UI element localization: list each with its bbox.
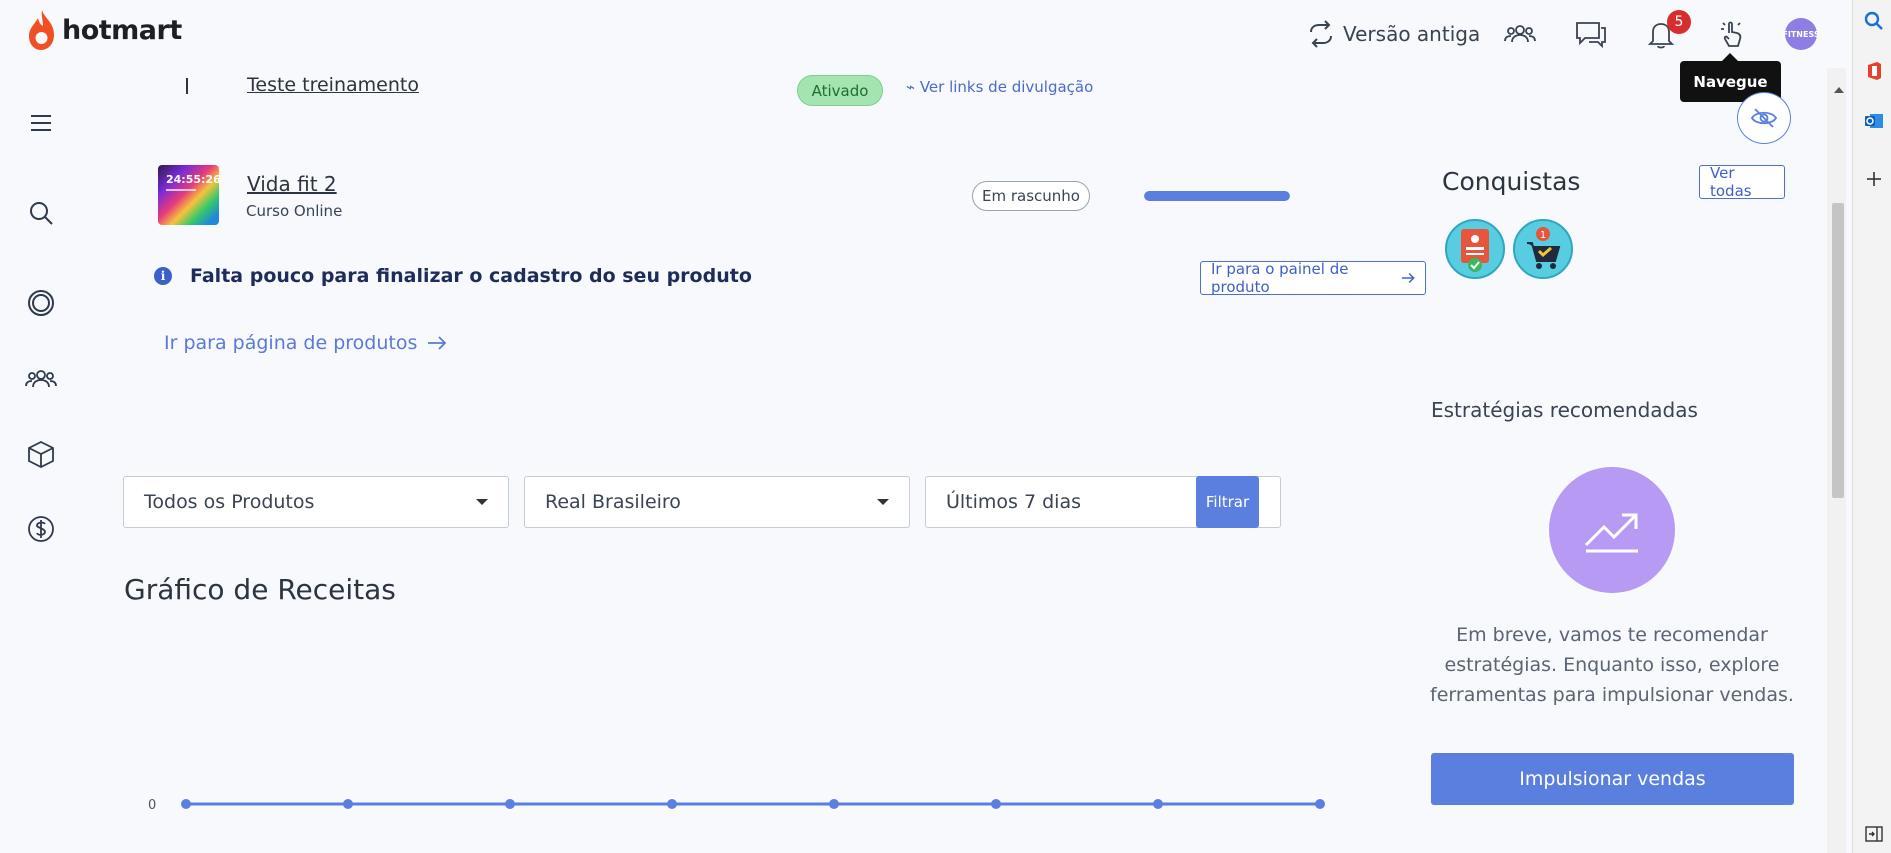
box-icon [28,440,54,469]
app-frame: hotmart Versão antiga 5 FITNESS Navegue … [0,0,1891,853]
svg-text:1: 1 [1540,230,1546,241]
data-point-2[interactable] [505,799,515,809]
ver-links-divulgacao-link[interactable]: ⌁ Ver links de divulgação [906,78,1093,96]
ir-pagina-produtos-link[interactable]: Ir para página de produtos [164,332,447,354]
data-point-7[interactable] [1315,799,1325,809]
thumb-line [166,189,196,191]
estrategias-description: Em breve, vamos te recomendar estratégia… [1430,624,1794,706]
messages-button[interactable] [1575,16,1607,52]
link-icon: ⌁ [906,78,920,96]
user-avatar[interactable]: FITNESS [1782,16,1820,52]
sidebar-item-products[interactable] [24,437,58,471]
sidebar-item-people[interactable] [24,362,58,396]
estrategias-title: Estratégias recomendadas [1431,398,1698,422]
product-title-teste[interactable]: Teste treinamento [247,74,419,96]
chart-series [181,799,1325,809]
browser-sidebar [1852,0,1891,853]
notice-text: Falta pouco para finalizar o cadastro do… [190,265,752,287]
eye-off-icon [1750,108,1778,128]
notifications-count-badge: 5 [1667,10,1691,34]
product-progress-bar [1144,191,1290,201]
scroll-up-arrow[interactable] [1834,87,1844,93]
achievement-badge-2[interactable]: 1 [1513,219,1573,279]
conquistas-title: Conquistas [1442,167,1581,196]
side-nav [0,68,82,853]
y-tick-label: 0 [148,798,156,813]
notifications-button[interactable]: 5 [1647,10,1691,52]
users-icon [25,370,57,388]
certificate-badge-icon [1461,229,1489,272]
swap-icon [1310,20,1332,48]
bing-search-icon[interactable] [1863,10,1885,32]
menu-button[interactable] [24,106,58,140]
chevron-down-icon [476,499,488,505]
chat-icon [1576,22,1606,48]
hide-values-button[interactable] [1737,92,1791,144]
data-point-1[interactable] [343,799,353,809]
revenue-chart: 0 [148,798,1325,813]
target-icon [28,290,54,316]
pointer-hand-icon [1721,21,1742,47]
arrow-right-icon [1401,272,1415,284]
currency-filter-select[interactable]: Real Brasileiro [524,476,910,528]
ir-painel-label: Ir para o painel de produto [1211,260,1349,296]
chevron-down-icon [877,499,889,505]
product-row-teste: Teste treinamento Ativado ⌁ Ver links de… [186,68,1286,108]
arrow-right-icon [428,336,447,350]
info-icon: i [154,267,172,285]
ver-todas-button[interactable]: Ver todas [1699,164,1785,200]
sidebar-item-home[interactable] [24,286,58,320]
scrollbar-thumb[interactable] [1832,203,1844,498]
trend-up-icon [1584,513,1638,553]
data-point-6[interactable] [1153,799,1163,809]
collapse-sidebar-icon[interactable] [1863,823,1885,845]
hamburger-icon [31,115,51,131]
product-filter-value: Todos os Produtos [144,491,315,513]
versao-antiga-label: Versão antiga [1343,22,1481,46]
search-button[interactable] [24,196,58,230]
ir-painel-produto-button[interactable]: Ir para o painel de produto [1200,260,1426,296]
data-point-0[interactable] [181,799,191,809]
progress-fill [1144,191,1290,201]
currency-filter-value: Real Brasileiro [545,491,681,513]
product-filter-select[interactable]: Todos os Produtos [123,476,509,528]
ver-links-label: Ver links de divulgação [919,78,1094,96]
product-type: Curso Online [246,202,343,220]
flame-icon [29,10,54,50]
achievement-badge-1[interactable] [1445,219,1505,279]
users-icon [1504,25,1536,43]
period-filter-value: Últimos 7 dias [946,491,1081,513]
product-title-vida-fit[interactable]: Vida fit 2 [247,172,337,196]
product-thumbnail[interactable]: 24:55:26 [158,165,219,225]
data-point-5[interactable] [991,799,1001,809]
sidebar-item-finance[interactable] [24,512,58,546]
row-marker [186,78,188,94]
add-icon[interactable] [1863,168,1885,190]
thumb-text: 24:55:26 [166,173,219,186]
avatar: FITNESS [1782,18,1820,50]
versao-antiga-button[interactable]: Versão antiga [1307,16,1480,52]
ir-pagina-produtos-label: Ir para página de produtos [164,332,418,354]
status-badge-ativado: Ativado [797,75,883,106]
dollar-circle-icon [28,516,54,542]
navegue-button[interactable] [1718,16,1746,52]
status-badge-rascunho: Em rascunho [972,181,1090,211]
data-point-4[interactable] [829,799,839,809]
outlook-icon[interactable] [1863,110,1885,132]
trend-illustration [1549,467,1675,593]
office-icon[interactable] [1863,60,1885,82]
hotmart-logo[interactable]: hotmart [26,8,182,52]
data-point-3[interactable] [667,799,677,809]
top-bar: hotmart Versão antiga 5 FITNESS [0,0,1852,68]
brand-name: hotmart [62,14,182,46]
incomplete-product-notice: i Falta pouco para finalizar o cadastro … [154,259,1426,296]
filtrar-button[interactable]: Filtrar [1196,476,1259,528]
community-button[interactable] [1504,16,1536,52]
impulsionar-vendas-button[interactable]: Impulsionar vendas [1431,753,1794,805]
search-icon [30,202,53,225]
cart-badge-icon: 1 [1527,227,1561,269]
chart-title: Gráfico de Receitas [124,573,396,606]
